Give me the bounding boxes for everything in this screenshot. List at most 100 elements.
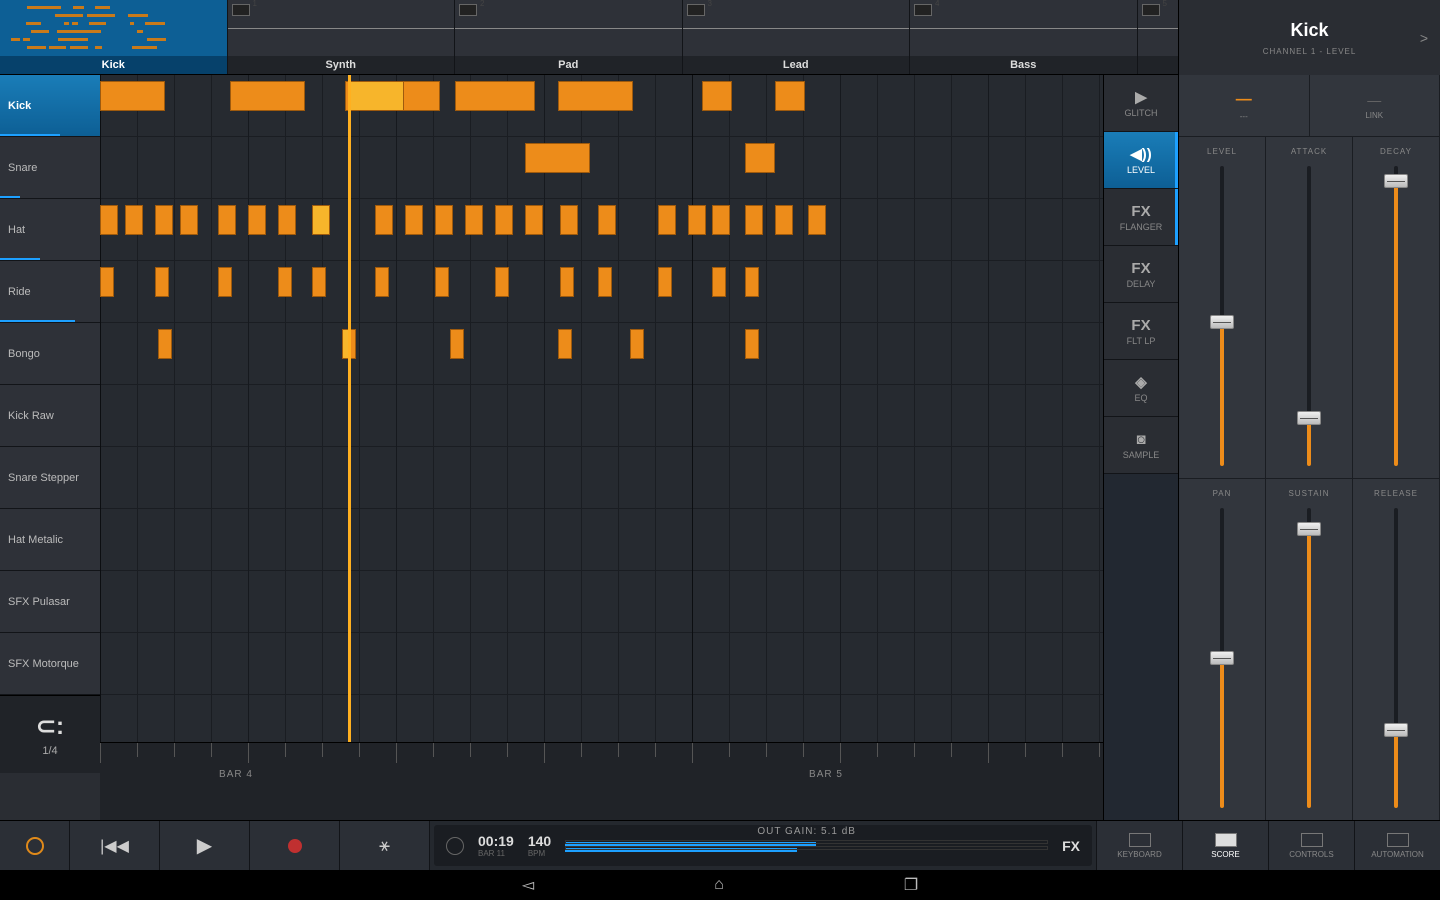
clip[interactable] [688, 205, 706, 235]
fx-flt-lp[interactable]: FXFLT LP [1104, 303, 1178, 360]
clip[interactable] [560, 267, 574, 297]
top-track-pad[interactable]: 2Pad [455, 0, 683, 74]
clip[interactable] [598, 267, 612, 297]
clip[interactable] [312, 205, 330, 235]
clip[interactable] [455, 81, 535, 111]
clip[interactable] [525, 205, 543, 235]
control-top-cell[interactable]: —--- [1179, 75, 1310, 137]
clip[interactable] [278, 267, 292, 297]
clip[interactable] [349, 81, 404, 111]
fx-sample[interactable]: ◙SAMPLE [1104, 417, 1178, 474]
slider-release[interactable]: RELEASE [1353, 479, 1440, 820]
clip[interactable] [158, 329, 172, 359]
track-ride[interactable]: Ride [0, 261, 100, 323]
clip[interactable] [100, 81, 165, 111]
clip[interactable] [248, 205, 266, 235]
track-hat-metalic[interactable]: Hat Metalic [0, 509, 100, 571]
clip[interactable] [100, 205, 118, 235]
clip[interactable] [375, 267, 389, 297]
app-icon[interactable] [0, 821, 70, 870]
channel-name: Kick [1290, 20, 1328, 41]
record-button[interactable] [250, 821, 340, 870]
clip[interactable] [435, 205, 453, 235]
track-sfx-pulasar[interactable]: SFX Pulasar [0, 571, 100, 633]
clip[interactable] [808, 205, 826, 235]
track-bongo[interactable]: Bongo [0, 323, 100, 385]
view-keyboard[interactable]: KEYBOARD [1096, 821, 1182, 870]
clip[interactable] [658, 205, 676, 235]
play-button[interactable]: ▶ [160, 821, 250, 870]
chevron-right-icon[interactable]: > [1420, 30, 1428, 46]
clip[interactable] [702, 81, 732, 111]
clip[interactable] [775, 81, 805, 111]
slider-pan[interactable]: PAN [1179, 479, 1266, 820]
top-track-lead[interactable]: 3Lead [683, 0, 911, 74]
timeline-ruler[interactable]: BAR 4BAR 5 [100, 742, 1103, 820]
slider-level[interactable]: LEVEL [1179, 137, 1266, 478]
clip[interactable] [435, 267, 449, 297]
clip[interactable] [218, 267, 232, 297]
clip[interactable] [598, 205, 616, 235]
track-sfx-motorque[interactable]: SFX Motorque [0, 633, 100, 695]
clip[interactable] [125, 205, 143, 235]
fx-flanger[interactable]: FXFLANGER [1104, 189, 1178, 246]
fx-eq[interactable]: ◈EQ [1104, 360, 1178, 417]
clip[interactable] [712, 267, 726, 297]
track-snare[interactable]: Snare [0, 137, 100, 199]
rewind-button[interactable]: |◀◀ [70, 821, 160, 870]
top-track-bass[interactable]: 4Bass [910, 0, 1138, 74]
recents-icon[interactable]: ❐ [904, 875, 918, 895]
clip[interactable] [745, 143, 775, 173]
control-top-cell[interactable]: —LINK [1310, 75, 1440, 137]
clip[interactable] [558, 81, 633, 111]
clip[interactable] [712, 205, 730, 235]
view-automation[interactable]: AUTOMATION [1354, 821, 1440, 870]
fx-delay[interactable]: FXDELAY [1104, 246, 1178, 303]
view-score[interactable]: SCORE [1182, 821, 1268, 870]
controls-icon [1301, 833, 1323, 847]
clip[interactable] [405, 205, 423, 235]
clip[interactable] [230, 81, 305, 111]
fx-glitch[interactable]: ▶GLITCH [1104, 75, 1178, 132]
clip[interactable] [155, 205, 173, 235]
clip[interactable] [465, 205, 483, 235]
top-track-synth[interactable]: 1Synth [228, 0, 456, 74]
clip[interactable] [278, 205, 296, 235]
back-icon[interactable]: ◅ [522, 875, 534, 895]
slider-decay[interactable]: DECAY [1353, 137, 1440, 478]
pattern-grid[interactable]: BAR 4BAR 5 [100, 75, 1103, 820]
track-kick[interactable]: Kick [0, 75, 100, 137]
clip[interactable] [495, 267, 509, 297]
clip[interactable] [745, 267, 759, 297]
clip[interactable] [630, 329, 644, 359]
track-snare-stepper[interactable]: Snare Stepper [0, 447, 100, 509]
clip[interactable] [312, 267, 326, 297]
fx-level[interactable]: ◀))LEVEL [1104, 132, 1178, 189]
clip[interactable] [558, 329, 572, 359]
clip[interactable] [100, 267, 114, 297]
clip[interactable] [495, 205, 513, 235]
clip[interactable] [155, 267, 169, 297]
snap-setting[interactable]: ⊂:1/4 [0, 695, 100, 773]
clip[interactable] [218, 205, 236, 235]
clip[interactable] [775, 205, 793, 235]
clip[interactable] [375, 205, 393, 235]
clip[interactable] [560, 205, 578, 235]
clip[interactable] [180, 205, 198, 235]
track-hat[interactable]: Hat [0, 199, 100, 261]
clip[interactable] [745, 329, 759, 359]
top-track-kick[interactable]: Kick [0, 0, 228, 74]
clip[interactable] [658, 267, 672, 297]
clip[interactable] [745, 205, 763, 235]
track-kick-raw[interactable]: Kick Raw [0, 385, 100, 447]
playhead[interactable] [348, 75, 351, 742]
clip[interactable] [525, 143, 590, 173]
slider-attack[interactable]: ATTACK [1266, 137, 1353, 478]
view-controls[interactable]: CONTROLS [1268, 821, 1354, 870]
fx-label[interactable]: FX [1062, 838, 1080, 854]
slider-sustain[interactable]: SUSTAIN [1266, 479, 1353, 820]
track-list: KickSnareHatRideBongoKick RawSnare Stepp… [0, 75, 100, 820]
metronome-button[interactable]: ⚹ [340, 821, 430, 870]
home-icon[interactable]: ⌂ [714, 876, 724, 894]
clip[interactable] [450, 329, 464, 359]
